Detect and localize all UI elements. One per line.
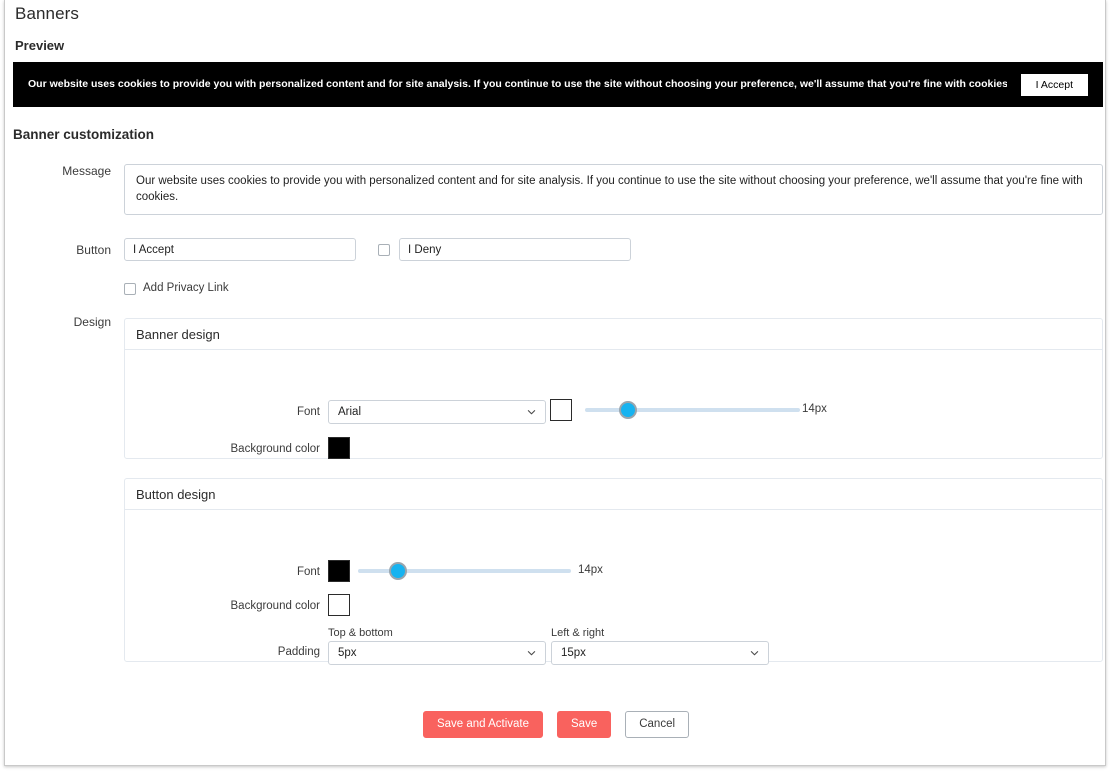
banner-font-label: Font [296, 406, 320, 418]
save-and-activate-button[interactable]: Save and Activate [422, 711, 544, 738]
button-background-color-label: Background color [230, 600, 321, 612]
padding-top-bottom-value: 5px [338, 647, 357, 659]
banner-font-size-value: 14px [802, 403, 827, 415]
padding-left-right-select[interactable]: 15px [551, 641, 769, 665]
add-privacy-link-checkbox[interactable] [124, 283, 136, 295]
page-title: Banners [15, 4, 80, 23]
button-font-color-swatch[interactable] [328, 560, 350, 582]
cookie-banner-preview: Our website uses cookies to provide you … [13, 62, 1103, 107]
chevron-down-icon [527, 410, 536, 415]
banner-font-color-swatch[interactable] [550, 399, 572, 421]
slider-thumb[interactable] [389, 562, 408, 580]
cancel-button[interactable]: Cancel [625, 711, 690, 738]
button-label: Button [76, 243, 111, 257]
padding-top-bottom-select[interactable]: 5px [328, 641, 546, 665]
button-font-label: Font [296, 566, 320, 578]
message-textarea[interactable] [124, 164, 1103, 215]
design-label: Design [73, 315, 111, 329]
chevron-down-icon [750, 651, 759, 656]
banner-customization-heading: Banner customization [13, 127, 155, 142]
padding-left-right-value: 15px [561, 647, 586, 659]
button-font-size-value: 14px [578, 564, 603, 576]
deny-button-text-input[interactable] [399, 238, 631, 261]
padding-top-bottom-label: Top & bottom [328, 627, 393, 639]
banner-design-panel-title: Banner design [125, 319, 1102, 350]
banner-font-select-value: Arial [338, 406, 362, 418]
banner-font-size-slider[interactable] [585, 401, 800, 419]
app-window: Banners Preview Our website uses cookies… [0, 0, 1110, 773]
enable-deny-button-checkbox[interactable] [378, 244, 390, 256]
padding-left-right-label: Left & right [551, 627, 605, 639]
slider-track [585, 408, 800, 412]
padding-label: Padding [277, 646, 320, 658]
preview-accept-button[interactable]: I Accept [1020, 73, 1088, 96]
preview-banner-message: Our website uses cookies to provide you … [28, 78, 1007, 91]
banner-background-color-label: Background color [230, 443, 321, 455]
banner-background-color-swatch[interactable] [328, 437, 350, 459]
slider-thumb[interactable] [619, 401, 637, 419]
accept-button-text-input[interactable] [124, 238, 356, 261]
add-privacy-link-label: Add Privacy Link [143, 282, 229, 294]
banner-design-panel: Banner design Font Arial 14px Background… [124, 318, 1103, 459]
button-font-size-slider[interactable] [358, 562, 571, 580]
button-background-color-swatch[interactable] [328, 594, 350, 616]
button-design-panel: Button design Font 14px Background color… [124, 478, 1103, 665]
message-label: Message [62, 164, 111, 178]
banner-font-select[interactable]: Arial [328, 400, 546, 424]
button-design-panel-title: Button design [125, 479, 1102, 510]
save-button[interactable]: Save [557, 711, 612, 738]
preview-section-label: Preview [15, 38, 65, 53]
form-actions: Save and Activate Save Cancel [5, 711, 1105, 738]
chevron-down-icon [527, 651, 536, 656]
banners-page: Banners Preview Our website uses cookies… [4, 0, 1106, 766]
